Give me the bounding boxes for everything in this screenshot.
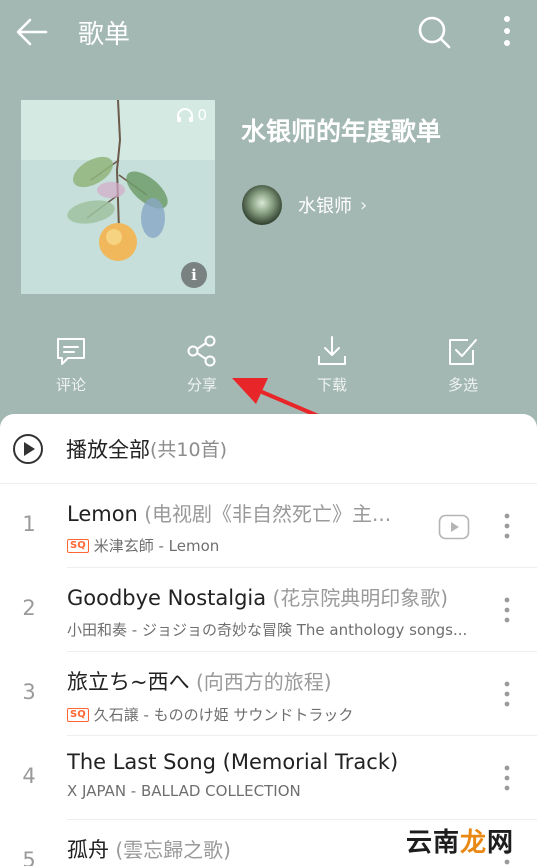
share-label: 分享 bbox=[186, 376, 217, 394]
arrow-left-icon bbox=[16, 18, 48, 46]
song-index: 2 bbox=[22, 596, 36, 620]
download-icon bbox=[318, 336, 346, 365]
page-title: 歌单 bbox=[78, 20, 131, 50]
creator-name: 水银师 bbox=[298, 196, 352, 217]
playlist-title: 水银师的年度歌单 bbox=[241, 117, 442, 146]
more-vertical-icon[interactable] bbox=[495, 676, 519, 712]
info-button[interactable]: i bbox=[181, 262, 207, 288]
search-button[interactable] bbox=[414, 12, 454, 52]
multi-select-icon bbox=[449, 339, 477, 365]
song-title: 孤舟 bbox=[67, 838, 109, 862]
song-index: 3 bbox=[22, 680, 36, 704]
song-row[interactable]: 2 Goodbye Nostalgia (花京院典明印象歌) 小田和奏 - ジョ… bbox=[0, 568, 537, 652]
share-button[interactable]: 分享 bbox=[152, 334, 252, 404]
more-vertical-icon[interactable] bbox=[495, 508, 519, 544]
song-row[interactable]: 1 Lemon (电视剧《非自然死亡》主... SQ 米津玄師 - Lemon bbox=[0, 484, 537, 568]
multi-select-button[interactable]: 多选 bbox=[413, 334, 513, 404]
song-title-line: 旅立ち~西へ (向西方的旅程) bbox=[67, 666, 487, 696]
more-options-button[interactable] bbox=[490, 12, 524, 52]
song-row[interactable]: 4 The Last Song (Memorial Track) X JAPAN… bbox=[0, 736, 537, 820]
avatar bbox=[242, 185, 282, 225]
song-title: The Last Song (Memorial Track) bbox=[67, 750, 399, 774]
song-subtitle: (向西方的旅程) bbox=[189, 670, 332, 694]
more-vertical-icon[interactable] bbox=[495, 592, 519, 628]
song-index: 4 bbox=[22, 764, 36, 788]
song-title-line: 孤舟 (雲忘歸之歌) bbox=[67, 834, 427, 864]
song-row[interactable]: 3 旅立ち~西へ (向西方的旅程) SQ 久石譲 - もののけ姫 サウンドトラック bbox=[0, 652, 537, 736]
headphones-icon bbox=[177, 108, 194, 122]
watermark-part: 龙 bbox=[460, 828, 488, 858]
song-list-panel: 播放全部 (共10首) 1 Lemon (电视剧《非自然死亡》主... SQ 米津… bbox=[0, 414, 537, 866]
comment-label: 评论 bbox=[55, 376, 86, 394]
play-count: 0 bbox=[176, 106, 207, 124]
song-subtitle: (电视剧《非自然死亡》主... bbox=[137, 502, 392, 526]
more-vertical-icon bbox=[504, 16, 510, 46]
song-artist-album: 米津玄師 - Lemon bbox=[93, 537, 220, 555]
song-info-line: SQ 米津玄師 - Lemon bbox=[67, 535, 427, 556]
song-subtitle: (花京院典明印象歌) bbox=[266, 586, 449, 610]
back-button[interactable] bbox=[12, 12, 52, 52]
song-text: Goodbye Nostalgia (花京院典明印象歌) 小田和奏 - ジョジョ… bbox=[67, 582, 487, 640]
share-icon bbox=[187, 335, 216, 367]
comment-icon bbox=[57, 338, 85, 365]
song-subtitle: (雲忘歸之歌) bbox=[109, 838, 231, 862]
song-title: 旅立ち~西へ bbox=[67, 670, 190, 694]
comment-button[interactable]: 评论 bbox=[21, 334, 121, 404]
song-text: 旅立ち~西へ (向西方的旅程) SQ 久石譲 - もののけ姫 サウンドトラック bbox=[67, 666, 487, 725]
song-text: The Last Song (Memorial Track) X JAPAN -… bbox=[67, 750, 487, 800]
song-title-line: The Last Song (Memorial Track) bbox=[67, 750, 487, 774]
sq-badge: SQ bbox=[67, 707, 89, 722]
song-title: Goodbye Nostalgia bbox=[67, 586, 267, 610]
sq-badge: SQ bbox=[67, 538, 89, 553]
watermark: 云南龙网 bbox=[406, 822, 514, 859]
search-icon bbox=[418, 16, 451, 49]
video-play-icon[interactable] bbox=[438, 514, 470, 540]
song-artist-album: 小田和奏 - ジョジョの奇妙な冒険 The anthology songs... bbox=[67, 621, 468, 639]
download-button[interactable]: 下载 bbox=[282, 334, 382, 404]
song-artist-album: 久石譲 - もののけ姫 サウンドトラック bbox=[93, 706, 354, 724]
play-all-count: (共10首) bbox=[150, 439, 228, 461]
multi-select-label: 多选 bbox=[447, 376, 478, 394]
download-label: 下载 bbox=[316, 376, 347, 394]
chevron-right-icon: › bbox=[360, 194, 368, 216]
song-title: Lemon bbox=[67, 502, 138, 526]
top-bar: 歌单 bbox=[0, 0, 537, 62]
song-index: 5 bbox=[22, 848, 36, 866]
song-info-line: X JAPAN - BALLAD COLLECTION bbox=[67, 782, 487, 800]
song-info-line: SQ 久石譲 - もののけ姫 サウンドトラック bbox=[67, 704, 487, 725]
song-index: 1 bbox=[22, 512, 36, 536]
song-title-line: Lemon (电视剧《非自然死亡》主... bbox=[67, 498, 427, 527]
song-artist-album: X JAPAN - BALLAD COLLECTION bbox=[67, 782, 301, 800]
playlist-cover[interactable]: 0 i bbox=[21, 100, 215, 294]
info-icon: i bbox=[191, 266, 197, 284]
play-all-label: 播放全部 bbox=[66, 437, 150, 462]
creator-link[interactable]: 水银师 › bbox=[242, 184, 367, 226]
song-text: Lemon (电视剧《非自然死亡》主... SQ 米津玄師 - Lemon bbox=[67, 498, 427, 556]
watermark-part: 网 bbox=[487, 828, 515, 858]
more-vertical-icon[interactable] bbox=[495, 760, 519, 796]
watermark-part: 云南 bbox=[406, 828, 461, 858]
song-info-line: 小田和奏 - ジョジョの奇妙な冒険 The anthology songs... bbox=[67, 619, 487, 640]
play-count-value: 0 bbox=[197, 106, 207, 124]
play-circle-icon bbox=[13, 433, 43, 464]
play-all-row[interactable]: 播放全部 (共10首) bbox=[0, 414, 537, 484]
song-text: 孤舟 (雲忘歸之歌) bbox=[67, 834, 427, 864]
song-title-line: Goodbye Nostalgia (花京院典明印象歌) bbox=[67, 582, 487, 611]
